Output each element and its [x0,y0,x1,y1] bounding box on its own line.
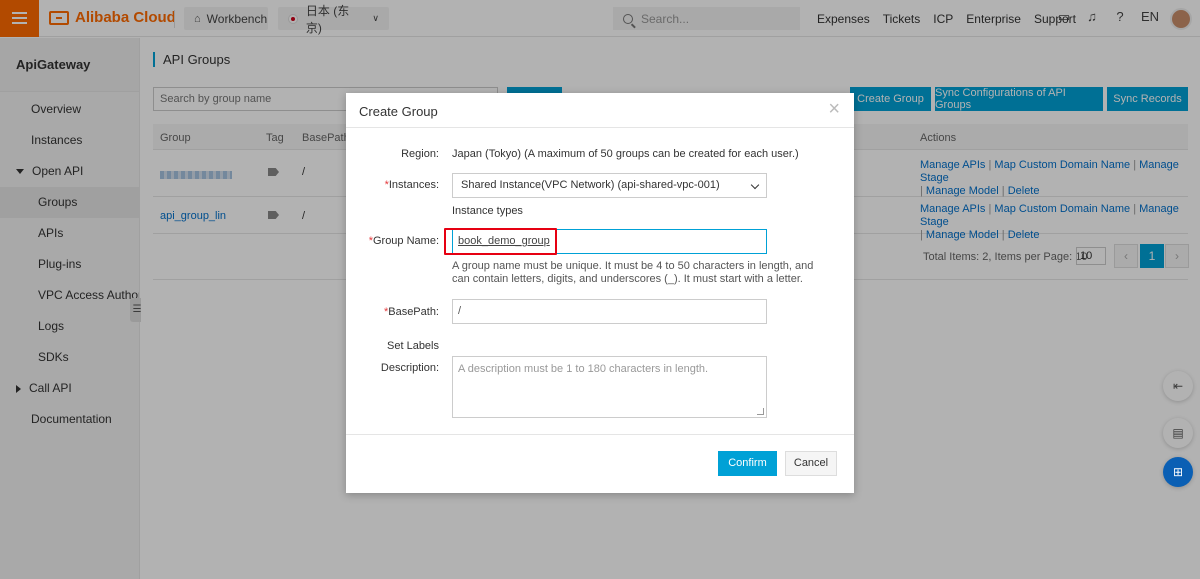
instances-value: Shared Instance(VPC Network) (api-shared… [461,179,720,191]
group-name-hint: A group name must be unique. It must be … [452,260,814,285]
cancel-button[interactable]: Cancel [785,451,837,476]
highlight-box [444,228,557,255]
confirm-button[interactable]: Confirm [718,451,777,476]
apps-icon[interactable]: ⊞ [1163,457,1193,487]
basepath-value: / [458,305,462,317]
description-textarea[interactable]: A description must be 1 to 180 character… [452,356,767,418]
resize-handle-icon[interactable] [757,408,764,415]
divider [346,434,854,435]
basepath-label: *BasePath: [384,306,439,318]
set-labels-link[interactable]: Set Labels [387,340,439,352]
instances-select[interactable]: Shared Instance(VPC Network) (api-shared… [452,173,767,198]
close-icon[interactable]: × [828,99,840,119]
instance-types-link[interactable]: Instance types [452,205,523,217]
instances-label: *Instances: [385,179,439,191]
group-name-label: *Group Name: [369,235,439,247]
basepath-label-text: BasePath: [388,306,439,318]
region-value: Japan (Tokyo) (A maximum of 50 groups ca… [452,148,799,160]
region-label: Region: [401,148,439,160]
instances-label-text: Instances: [388,179,439,191]
divider [346,127,854,128]
group-name-label-text: Group Name: [372,235,439,247]
create-group-dialog: Create Group × Region: Japan (Tokyo) (A … [346,93,854,493]
description-placeholder: A description must be 1 to 180 character… [458,363,709,375]
dialog-title: Create Group [359,104,438,119]
basepath-input[interactable]: / [452,299,767,324]
description-label: Description: [380,362,439,374]
chevron-down-icon [750,180,760,190]
